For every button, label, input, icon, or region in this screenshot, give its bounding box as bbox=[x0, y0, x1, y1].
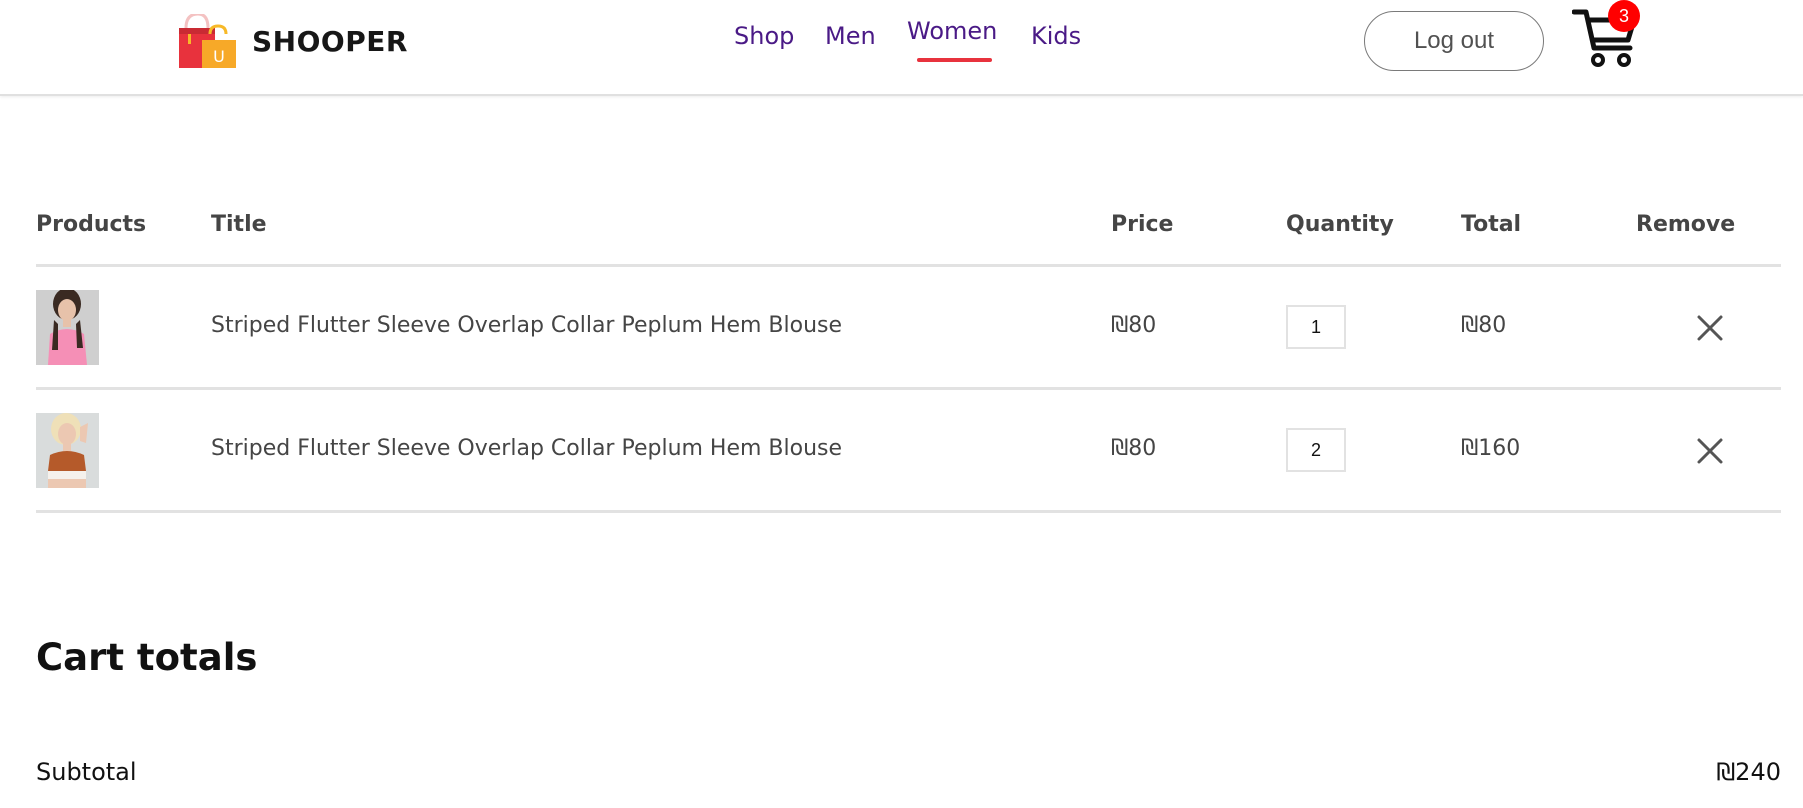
cart-count-badge: 3 bbox=[1608, 0, 1640, 32]
table-row: Striped Flutter Sleeve Overlap Collar Pe… bbox=[36, 390, 1781, 510]
item-price: ₪80 bbox=[1111, 313, 1157, 338]
row-divider bbox=[36, 510, 1781, 513]
nav-shop[interactable]: Shop bbox=[734, 22, 794, 50]
top-header: U SHOOPER Shop Men Women Kids Log out 3 bbox=[0, 0, 1803, 96]
quantity-field[interactable]: 1 bbox=[1286, 305, 1346, 349]
item-price: ₪80 bbox=[1111, 436, 1157, 461]
brand-name: SHOOPER bbox=[252, 24, 408, 58]
brand-logo[interactable]: U SHOOPER bbox=[178, 12, 408, 68]
nav-active-underline bbox=[917, 58, 992, 62]
item-total: ₪160 bbox=[1461, 436, 1521, 461]
column-header-price: Price bbox=[1111, 212, 1174, 237]
shopping-bag-icon: U bbox=[178, 12, 236, 68]
column-header-products: Products bbox=[36, 212, 147, 237]
product-image[interactable] bbox=[36, 290, 99, 365]
quantity-field[interactable]: 2 bbox=[1286, 428, 1346, 472]
product-image[interactable] bbox=[36, 413, 99, 488]
item-title: Striped Flutter Sleeve Overlap Collar Pe… bbox=[211, 313, 843, 338]
logout-button[interactable]: Log out bbox=[1364, 11, 1544, 71]
column-header-remove: Remove bbox=[1636, 212, 1736, 237]
remove-icon[interactable] bbox=[1695, 436, 1725, 466]
nav-women[interactable]: Women bbox=[907, 17, 997, 45]
column-header-total: Total bbox=[1461, 212, 1522, 237]
subtotal-value: ₪240 bbox=[1716, 758, 1781, 786]
nav-kids[interactable]: Kids bbox=[1031, 22, 1081, 50]
column-header-title: Title bbox=[211, 212, 267, 237]
remove-icon[interactable] bbox=[1695, 313, 1725, 343]
item-title: Striped Flutter Sleeve Overlap Collar Pe… bbox=[211, 436, 843, 461]
nav-men[interactable]: Men bbox=[825, 22, 876, 50]
cart-totals-title: Cart totals bbox=[36, 636, 258, 679]
logo-letter: U bbox=[213, 47, 225, 66]
column-header-quantity: Quantity bbox=[1286, 212, 1394, 237]
subtotal-label: Subtotal bbox=[36, 758, 137, 786]
item-total: ₪80 bbox=[1461, 313, 1507, 338]
table-row: Striped Flutter Sleeve Overlap Collar Pe… bbox=[36, 267, 1781, 387]
